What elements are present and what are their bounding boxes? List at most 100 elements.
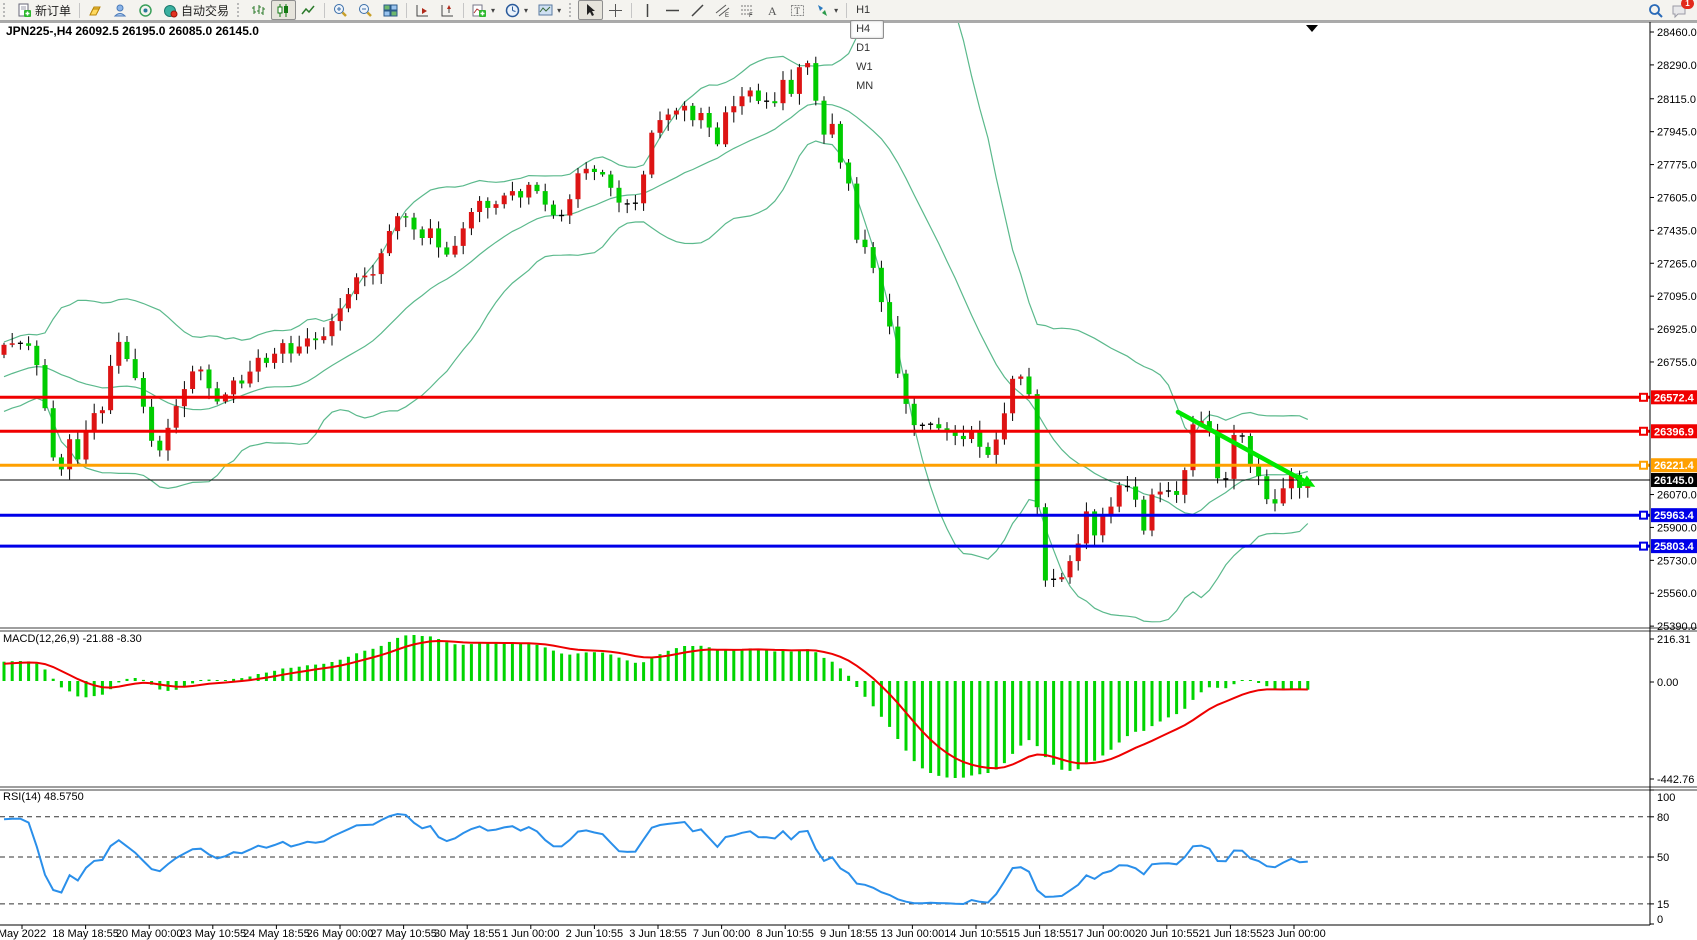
- timeframe-button-H1[interactable]: H1: [850, 1, 883, 20]
- macd-axis-label: 216.31: [1657, 634, 1691, 646]
- new-order-button[interactable]: 新订单: [12, 0, 76, 20]
- notification-badge: 1: [1681, 0, 1694, 9]
- date-axis-label: 18 May 18:55: [52, 928, 119, 940]
- market-watch-button[interactable]: [83, 0, 108, 20]
- level-handle[interactable]: [1640, 394, 1647, 401]
- chart-shift-button[interactable]: [435, 0, 460, 20]
- price-axis-label: 27775.0: [1657, 160, 1697, 172]
- template-button[interactable]: ▾: [533, 0, 566, 20]
- timeframe-button-H4[interactable]: H4: [850, 20, 883, 39]
- rsi-axis-label: 80: [1657, 812, 1669, 824]
- horizontal-line-tool[interactable]: [660, 0, 685, 20]
- price-axis-label: 27605.0: [1657, 192, 1697, 204]
- clock-icon: [505, 3, 520, 18]
- date-axis-label: 17 Jun 00:00: [1071, 928, 1135, 940]
- price-axis-label: 27265.0: [1657, 258, 1697, 270]
- timeframe-button-D1[interactable]: D1: [850, 39, 883, 58]
- date-axis-label: 23 Jun 00:00: [1262, 928, 1326, 940]
- price-axis-label: 27435.0: [1657, 225, 1697, 237]
- text-icon: A: [765, 3, 780, 18]
- template-icon: [538, 3, 553, 18]
- svg-text:T: T: [795, 6, 801, 16]
- macd-axis-label: -442.76: [1657, 774, 1694, 786]
- trendline[interactable]: [1178, 412, 1306, 482]
- rsi-axis-label: 15: [1657, 899, 1669, 911]
- zoom-in-button[interactable]: [328, 0, 353, 20]
- zoom-out-button[interactable]: [353, 0, 378, 20]
- level-handle[interactable]: [1640, 462, 1647, 469]
- svg-text:F: F: [749, 13, 753, 18]
- price-axis-label: 27095.0: [1657, 291, 1697, 303]
- period-button[interactable]: ▾: [500, 0, 533, 20]
- add-indicator-icon: [472, 3, 487, 18]
- price-axis-label: 25560.0: [1657, 588, 1697, 600]
- date-axis-label: 20 May 00:00: [116, 928, 183, 940]
- price-axis-label: 25390.0: [1657, 621, 1697, 633]
- bar-chart-icon: [251, 3, 266, 18]
- chart-title: JPN225-,H4 26092.5 26195.0 26085.0 26145…: [6, 24, 259, 38]
- profile-button[interactable]: [108, 0, 133, 20]
- crosshair-tool-button[interactable]: [603, 0, 628, 20]
- level-price-label: 26572.4: [1654, 392, 1695, 404]
- auto-trading-label: 自动交易: [181, 2, 229, 19]
- date-axis-label: 30 May 18:55: [434, 928, 501, 940]
- indicator-panes: [0, 635, 1650, 904]
- toolbar: 新订单 自动交易: [0, 0, 1697, 21]
- price-axis-label: 28460.0: [1657, 27, 1697, 39]
- cursor-tool-button[interactable]: [578, 0, 603, 20]
- new-order-label: 新订单: [35, 2, 71, 19]
- line-chart-mode-button[interactable]: [296, 0, 321, 20]
- tile-windows-button[interactable]: [378, 0, 403, 20]
- timeframe-button-W1[interactable]: W1: [850, 58, 883, 77]
- line-chart-icon: [301, 3, 316, 18]
- trendline-tool[interactable]: [685, 0, 710, 20]
- level-price-label: 25803.4: [1654, 541, 1695, 553]
- search-icon[interactable]: [1648, 3, 1663, 18]
- date-axis-label: 2 Jun 10:55: [566, 928, 624, 940]
- signal-icon: [138, 3, 153, 18]
- bollinger-bands: [4, 0, 1308, 622]
- fibonacci-tool[interactable]: F: [735, 0, 760, 20]
- macd-label: MACD(12,26,9) -21.88 -8.30: [3, 633, 142, 645]
- horizontal-levels[interactable]: 26572.426396.926221.426145.025963.425803…: [0, 390, 1697, 553]
- signal-button[interactable]: [133, 0, 158, 20]
- add-indicator-button[interactable]: ▾: [467, 0, 500, 20]
- text-label-tool[interactable]: T: [785, 0, 810, 20]
- timeframe-button-MN[interactable]: MN: [850, 77, 883, 96]
- toolbar-grip: [3, 3, 9, 17]
- vertical-line-tool[interactable]: [635, 0, 660, 20]
- text-tool[interactable]: A: [760, 0, 785, 20]
- cursor-icon: [583, 3, 598, 18]
- bar-chart-mode-button[interactable]: [246, 0, 271, 20]
- new-order-icon: [17, 3, 32, 18]
- candle-chart-mode-button[interactable]: [271, 0, 296, 20]
- price-axis-label: 28290.0: [1657, 60, 1697, 72]
- channel-icon: E: [715, 3, 730, 18]
- timeframe-group: M1M5M15M30H1H4D1W1MN: [850, 0, 883, 96]
- price-axis-label: 28115.0: [1657, 94, 1696, 106]
- chart-shift-icon: [440, 3, 455, 18]
- horizontal-line-icon: [665, 3, 680, 18]
- channel-tool[interactable]: E: [710, 0, 735, 20]
- arrows-tool[interactable]: ▾: [810, 0, 843, 20]
- auto-scroll-button[interactable]: [410, 0, 435, 20]
- level-handle[interactable]: [1640, 428, 1647, 435]
- chat-icon[interactable]: 1: [1671, 3, 1689, 18]
- arrows-icon: [815, 3, 830, 18]
- date-axis-label: May 2022: [0, 928, 46, 940]
- chart-canvas[interactable]: 26572.426396.926221.426145.025963.425803…: [0, 0, 1697, 940]
- macd-axis-label: 0.00: [1657, 677, 1678, 689]
- price-axis-label: 26755.0: [1657, 357, 1697, 369]
- zoom-in-icon: [333, 3, 348, 18]
- date-axis-label: 3 Jun 18:55: [629, 928, 687, 940]
- price-axis-label: 26070.0: [1657, 490, 1697, 502]
- level-handle[interactable]: [1640, 512, 1647, 519]
- rsi-axis-label: 50: [1657, 852, 1669, 864]
- date-axis-label: 8 Jun 10:55: [756, 928, 814, 940]
- profile-icon: [113, 3, 128, 18]
- level-handle[interactable]: [1640, 543, 1647, 550]
- date-axis-label: 15 Jun 18:55: [1008, 928, 1072, 940]
- tile-windows-icon: [383, 3, 398, 18]
- auto-trading-button[interactable]: 自动交易: [158, 0, 234, 20]
- shift-marker: [1306, 25, 1318, 32]
